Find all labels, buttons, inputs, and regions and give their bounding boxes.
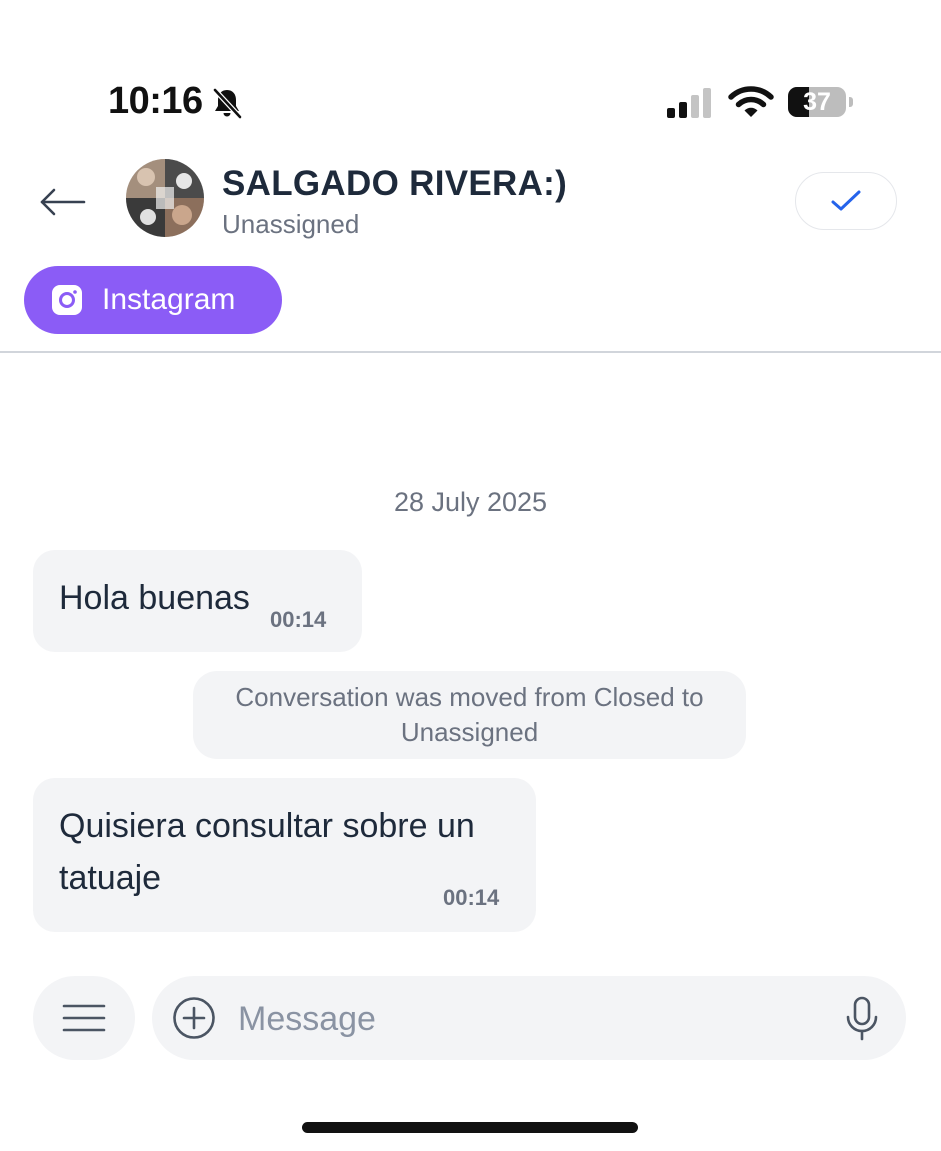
activity-message: Conversation was moved from Closed to Un…	[193, 671, 746, 759]
home-indicator[interactable]	[302, 1122, 638, 1133]
header-divider	[0, 351, 941, 353]
check-icon	[831, 190, 861, 211]
message-time: 00:14	[443, 885, 500, 910]
battery-percent: 37	[803, 88, 831, 116]
back-button[interactable]	[36, 182, 88, 222]
channel-badge[interactable]: Instagram	[24, 266, 282, 334]
battery-cap	[849, 97, 853, 107]
message-composer	[152, 976, 906, 1060]
menu-button[interactable]	[33, 976, 135, 1060]
plus-circle-icon[interactable]	[172, 996, 216, 1040]
battery-icon: 37	[788, 87, 846, 117]
arrow-left-icon	[40, 188, 86, 216]
menu-icon	[62, 1004, 106, 1032]
instagram-icon	[52, 285, 82, 315]
message-text: Hola buenas	[59, 579, 250, 617]
status-time: 10:16	[108, 80, 203, 122]
channel-label: Instagram	[102, 283, 236, 316]
bell-slash-icon	[213, 88, 242, 119]
avatar-photo-detail	[137, 168, 192, 225]
incoming-message[interactable]: Hola buenas 00:14	[33, 550, 362, 652]
wifi-icon	[728, 86, 774, 117]
date-separator: 28 July 2025	[393, 487, 548, 517]
cellular-signal-icon	[667, 88, 711, 118]
conversation-screen: 10:16 37 SALGADO RIVERA:) Unassigned Ins…	[0, 0, 941, 1151]
contact-name[interactable]: SALGADO RIVERA:)	[222, 164, 567, 204]
microphone-icon[interactable]	[842, 996, 882, 1042]
message-input[interactable]	[236, 988, 830, 1050]
message-time: 00:14	[270, 607, 327, 632]
assignment-status: Unassigned	[222, 209, 360, 239]
incoming-message[interactable]: Quisiera consultar sobre un tatuaje 00:1…	[33, 778, 536, 932]
resolve-button[interactable]	[795, 172, 897, 230]
contact-avatar[interactable]	[126, 159, 204, 237]
